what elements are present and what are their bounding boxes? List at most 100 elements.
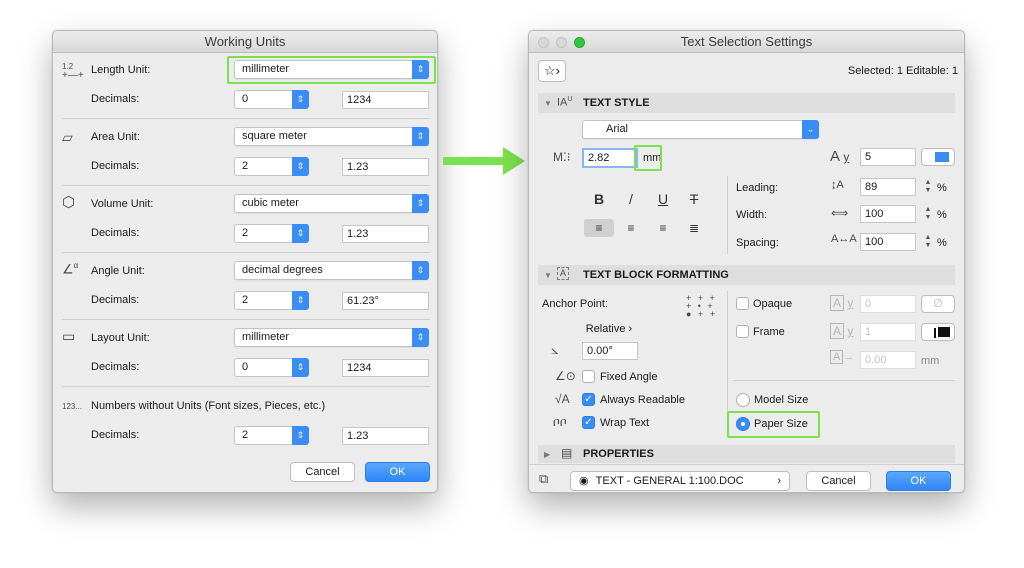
properties-icon: ▤ (561, 446, 573, 460)
frame-pen-field[interactable]: 1 (860, 323, 916, 341)
leading-icon: ↨A (831, 179, 844, 191)
cancel-button[interactable]: Cancel (806, 471, 871, 491)
separator (529, 464, 964, 465)
ok-button[interactable]: OK (365, 462, 430, 482)
numbers-preview-field: 1.23 (342, 427, 429, 445)
length-unit-label: Length Unit: (91, 64, 151, 76)
zoom-window-button[interactable] (574, 37, 585, 48)
frame-checkbox[interactable] (736, 325, 749, 338)
layer-select[interactable]: ◉ TEXT - GENERAL 1:100.DOC › (570, 471, 790, 491)
width-stepper[interactable]: ▲ ▼ (923, 206, 933, 224)
disclosure-open-icon: ▼ (544, 99, 552, 108)
numbers-decimals-chevron-icon: ⇕ (292, 426, 309, 445)
numbers-decimals-select[interactable]: 2 ⇕ (234, 426, 309, 445)
minimize-window-button[interactable] (556, 37, 567, 48)
volume-decimals-chevron-icon: ⇕ (292, 224, 309, 243)
model-size-radio[interactable] (736, 393, 750, 407)
layout-unit-select[interactable]: millimeter ⇕ (234, 328, 429, 347)
text-pen-icon: A y (830, 148, 850, 165)
angle-unit-label: Angle Unit: (91, 265, 145, 277)
font-select[interactable]: Arial ⌄ (582, 120, 819, 139)
spacing-stepper[interactable]: ▲ ▼ (923, 234, 933, 252)
frame-offset-field[interactable]: 0.00 (860, 351, 916, 369)
font-chevron-icon: ⌄ (802, 120, 819, 139)
selected-editable-info: Selected: 1 Editable: 1 (847, 65, 958, 77)
relative-button[interactable]: Relative › (581, 322, 637, 338)
spacing-field[interactable]: 100 (860, 233, 916, 251)
angle-unit-value: decimal degrees (242, 264, 323, 276)
separator (62, 386, 430, 387)
italic-button[interactable]: / (616, 190, 646, 208)
text-color-button[interactable] (921, 148, 955, 166)
volume-decimals-label: Decimals: (91, 227, 140, 239)
opaque-checkbox[interactable] (736, 297, 749, 310)
align-center-icon: ≡ (627, 221, 635, 235)
volume-decimals-select[interactable]: 2 ⇕ (234, 224, 309, 243)
text-pen-field[interactable]: 5 (860, 148, 916, 166)
align-left-button[interactable]: ≡ (584, 219, 614, 237)
opaque-empty-button[interactable]: ∅ (921, 295, 955, 313)
opaque-pen-field[interactable]: 0 (860, 295, 916, 313)
leading-field[interactable]: 89 (860, 178, 916, 196)
eye-icon: ◉ (579, 475, 589, 487)
underline-button[interactable]: U (648, 190, 678, 208)
leading-label: Leading: (736, 182, 779, 194)
area-decimals-select[interactable]: 2 ⇕ (234, 157, 309, 176)
font-size-field[interactable]: 2.82 (582, 148, 638, 168)
angle-decimals-chevron-icon: ⇕ (292, 291, 309, 310)
cancel-button[interactable]: Cancel (290, 462, 355, 482)
frame-color-button[interactable] (921, 323, 955, 341)
numbers-decimals-label: Decimals: (91, 429, 140, 441)
font-size-icon: M⁚⁝ (553, 150, 571, 164)
spacing-label: Spacing: (736, 237, 779, 249)
width-icon: ⟺ (831, 206, 849, 220)
model-size-label: Model Size (754, 394, 809, 406)
properties-title: PROPERTIES (583, 448, 654, 460)
align-right-icon: ≡ (659, 221, 667, 235)
anchor-point-grid-icon[interactable]: + + + + • + ● + + (686, 294, 717, 319)
align-center-button[interactable]: ≡ (616, 219, 646, 237)
fixed-angle-icon: ∠⊙ (555, 369, 576, 383)
volume-unit-label: Volume Unit: (91, 198, 154, 210)
bold-button[interactable]: B (584, 190, 614, 208)
wrap-text-label: Wrap Text (600, 417, 650, 429)
layout-decimals-value: 0 (242, 361, 249, 373)
close-window-button[interactable] (538, 37, 549, 48)
area-unit-select[interactable]: square meter ⇕ (234, 127, 429, 146)
spacing-percent: % (937, 237, 947, 249)
length-decimals-value: 0 (242, 93, 249, 105)
separator (62, 118, 430, 119)
length-decimals-chevron-icon: ⇕ (292, 90, 309, 109)
frame-offset-icon: A → (830, 350, 854, 364)
fixed-angle-checkbox[interactable] (582, 370, 595, 383)
width-field[interactable]: 100 (860, 205, 916, 223)
star-icon: ☆› (544, 63, 560, 78)
align-right-button[interactable]: ≡ (648, 219, 678, 237)
justify-button[interactable]: ≣ (679, 219, 709, 237)
volume-unit-select[interactable]: cubic meter ⇕ (234, 194, 429, 213)
opaque-pen-icon: A y (830, 295, 853, 311)
text-selection-settings-window: Text Selection Settings ☆› Selected: 1 E… (528, 30, 965, 493)
ok-button[interactable]: OK (886, 471, 951, 491)
divider (727, 176, 728, 254)
angle-decimals-select[interactable]: 2 ⇕ (234, 291, 309, 310)
wrap-text-checkbox[interactable]: ✓ (582, 416, 595, 429)
layout-decimals-chevron-icon: ⇕ (292, 358, 309, 377)
font-value: Arial (606, 123, 629, 135)
area-decimals-label: Decimals: (91, 160, 140, 172)
separator (62, 185, 430, 186)
length-preview-field: 1234 (342, 91, 429, 109)
volume-unit-value: cubic meter (242, 197, 299, 209)
text-block-icon: A (557, 267, 570, 280)
paper-size-highlight (727, 411, 820, 438)
leading-stepper[interactable]: ▲ ▼ (923, 179, 933, 197)
justify-icon: ≣ (688, 221, 700, 235)
text-angle-icon: ⦣ (551, 342, 559, 357)
text-angle-field[interactable]: 0.00° (582, 342, 638, 360)
always-readable-checkbox[interactable]: ✓ (582, 393, 595, 406)
favorites-button[interactable]: ☆› (538, 60, 566, 82)
angle-unit-select[interactable]: decimal degrees ⇕ (234, 261, 429, 280)
layout-decimals-select[interactable]: 0 ⇕ (234, 358, 309, 377)
strikethrough-button[interactable]: T (679, 190, 709, 208)
length-decimals-select[interactable]: 0 ⇕ (234, 90, 309, 109)
